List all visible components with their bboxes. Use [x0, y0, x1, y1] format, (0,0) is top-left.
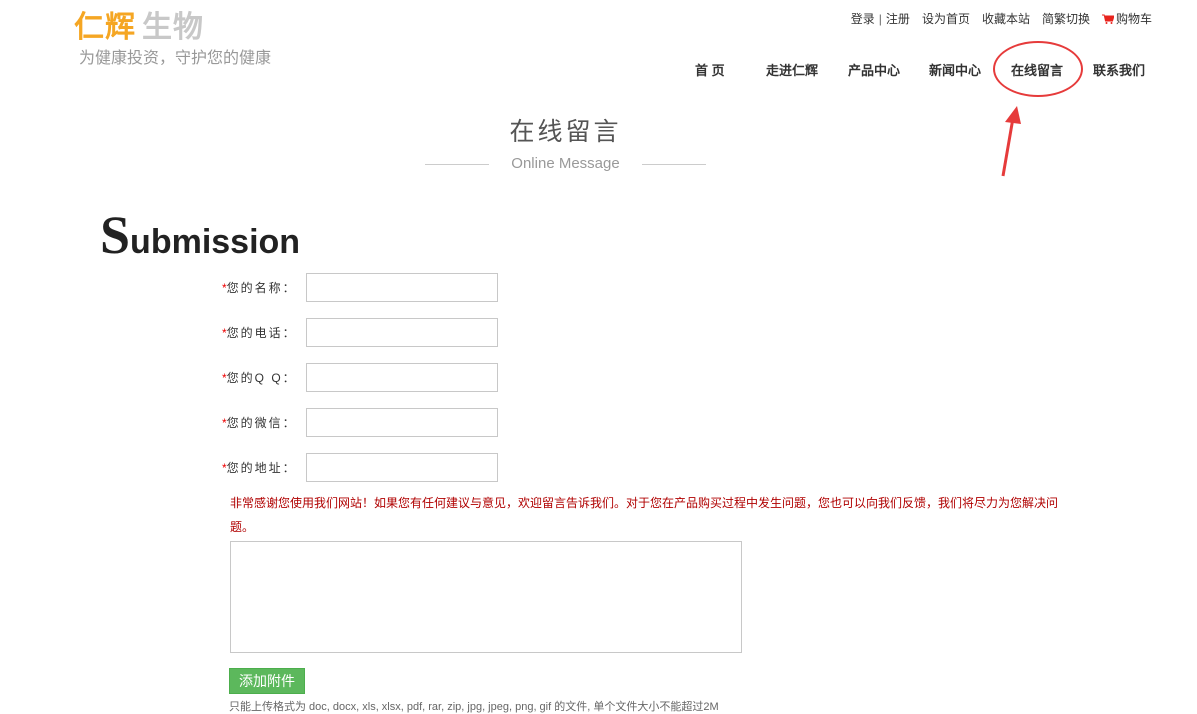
submission-heading: Submission [100, 204, 300, 266]
qq-input[interactable] [306, 363, 498, 392]
cart-label: 购物车 [1115, 12, 1152, 26]
highlight-circle [993, 41, 1083, 97]
add-attachment-button[interactable]: 添加附件 [229, 668, 305, 694]
separator: | [878, 11, 882, 26]
submission-initial: S [100, 205, 131, 265]
page-subtitle: Online Message [511, 155, 620, 172]
name-input[interactable] [306, 273, 498, 302]
qq-label: *您的Q Q： [222, 371, 297, 385]
logo-part2: 生物 [142, 11, 204, 44]
login-link[interactable]: 登录 [851, 10, 875, 27]
top-links: 登录 | 注册 设为首页 收藏本站 简繁切换 购物车 [851, 10, 1152, 27]
cart-link[interactable]: 购物车 [1101, 10, 1152, 27]
nav-products[interactable]: 产品中心 [848, 60, 900, 79]
form-notice: 非常感谢您使用我们网站！如果您有任何建议与意见，欢迎留言告诉我们。对于您在产品购… [230, 496, 1059, 534]
set-homepage-link[interactable]: 设为首页 [922, 10, 970, 27]
register-link[interactable]: 注册 [886, 10, 910, 27]
nav-contact[interactable]: 联系我们 [1093, 60, 1145, 79]
message-textarea[interactable] [230, 541, 742, 653]
language-switch-link[interactable]: 简繁切换 [1042, 10, 1090, 27]
logo-text: 仁辉 生物 [74, 10, 204, 46]
cart-icon [1101, 14, 1114, 24]
nav-home[interactable]: 首 页 [695, 60, 725, 79]
phone-label: *您的电话： [222, 326, 297, 340]
address-label: *您的地址： [222, 461, 297, 475]
address-input[interactable] [306, 453, 498, 482]
site-logo[interactable]: 仁辉 生物 为健康投资，守护您的健康 [74, 10, 271, 67]
title-divider-right [642, 164, 706, 165]
logo-part1: 仁辉 [74, 11, 136, 44]
phone-input[interactable] [306, 318, 498, 347]
attachment-note: 只能上传格式为 doc, docx, xls, xlsx, pdf, rar, … [229, 701, 719, 713]
nav-news[interactable]: 新闻中心 [929, 60, 981, 79]
add-favorite-link[interactable]: 收藏本站 [982, 10, 1030, 27]
name-label: *您的名称： [222, 281, 297, 295]
wechat-label: *您的微信： [222, 416, 297, 430]
page-title: 在线留言 [509, 117, 622, 146]
submission-rest: ubmission [130, 223, 301, 261]
wechat-input[interactable] [306, 408, 498, 437]
nav-about[interactable]: 走进仁辉 [766, 60, 818, 79]
